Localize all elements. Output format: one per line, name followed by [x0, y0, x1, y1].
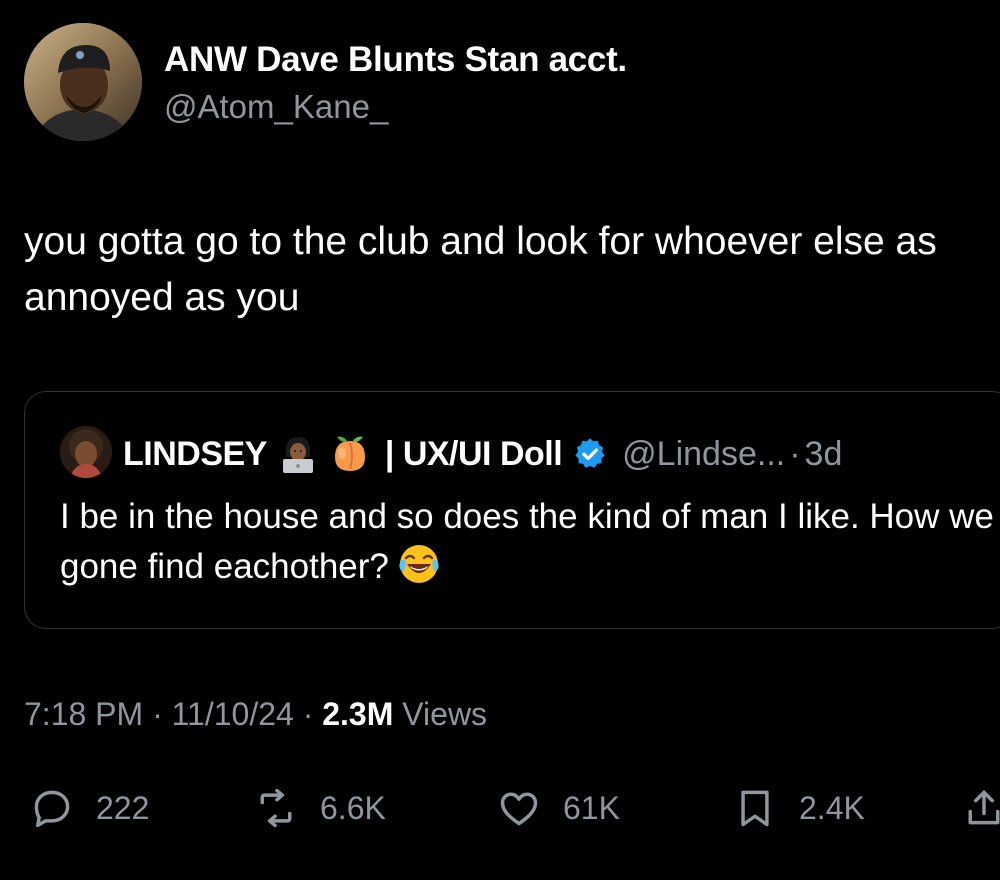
author-display-name[interactable]: ANW Dave Blunts Stan acct. [164, 40, 627, 80]
quoted-author-name: LINDSEY [123, 434, 267, 473]
quoted-author-handle: @Lindse... [622, 434, 786, 473]
quoted-author-name-suffix: | UX/UI Doll [384, 434, 563, 473]
quoted-tweet-text: I be in the house and so does the kind o… [60, 492, 1000, 592]
tweet: ANW Dave Blunts Stan acct. @Atom_Kane_ y… [0, 0, 1000, 880]
views-label: Views [393, 696, 488, 732]
reply-count: 222 [96, 789, 150, 826]
tweet-text: you gotta go to the club and look for wh… [24, 220, 937, 319]
author-handle[interactable]: @Atom_Kane_ [164, 88, 388, 126]
like-count: 61K [563, 789, 620, 826]
quoted-tweet-header: LINDSEY | UX/UI Doll @Lindse... · 3d [123, 432, 842, 476]
quoted-time-separator: · [789, 434, 801, 473]
tweet-date[interactable]: 11/10/24 [172, 696, 294, 732]
author-avatar[interactable] [24, 23, 142, 141]
verified-badge-icon [572, 436, 608, 472]
bookmark-icon [741, 790, 769, 827]
repost-icon [260, 788, 292, 828]
laughing-tears-emoji [397, 542, 441, 586]
quoted-tweet-text-content: I be in the house and so does the kind o… [60, 497, 994, 586]
meta-separator: · [143, 696, 172, 732]
views-count[interactable]: 2.3M [322, 696, 393, 732]
reply-icon [34, 790, 70, 828]
quoted-author-avatar [60, 426, 112, 478]
repost-button[interactable]: 6.6K [254, 780, 386, 836]
tweet-time[interactable]: 7:18 PM [24, 696, 143, 732]
peach-emoji [329, 433, 371, 475]
quoted-tweet-age: 3d [804, 434, 843, 473]
share-button[interactable] [962, 780, 1000, 836]
repost-count: 6.6K [320, 789, 386, 826]
woman-technologist-emoji [277, 433, 319, 475]
like-icon [500, 792, 538, 826]
tweet-meta: 7:18 PM · 11/10/24 · 2.3M Views [24, 696, 487, 733]
bookmark-count: 2.4K [799, 789, 865, 826]
bookmark-button[interactable]: 2.4K [733, 780, 865, 836]
reply-button[interactable]: 222 [30, 780, 149, 836]
share-icon [968, 790, 1000, 825]
action-bar: 222 6.6K 61K 2.4K [0, 780, 1000, 836]
quoted-tweet-card[interactable]: LINDSEY | UX/UI Doll @Lindse... · 3d I b… [24, 391, 1000, 629]
meta-separator: · [293, 696, 323, 732]
like-button[interactable]: 61K [497, 780, 620, 836]
